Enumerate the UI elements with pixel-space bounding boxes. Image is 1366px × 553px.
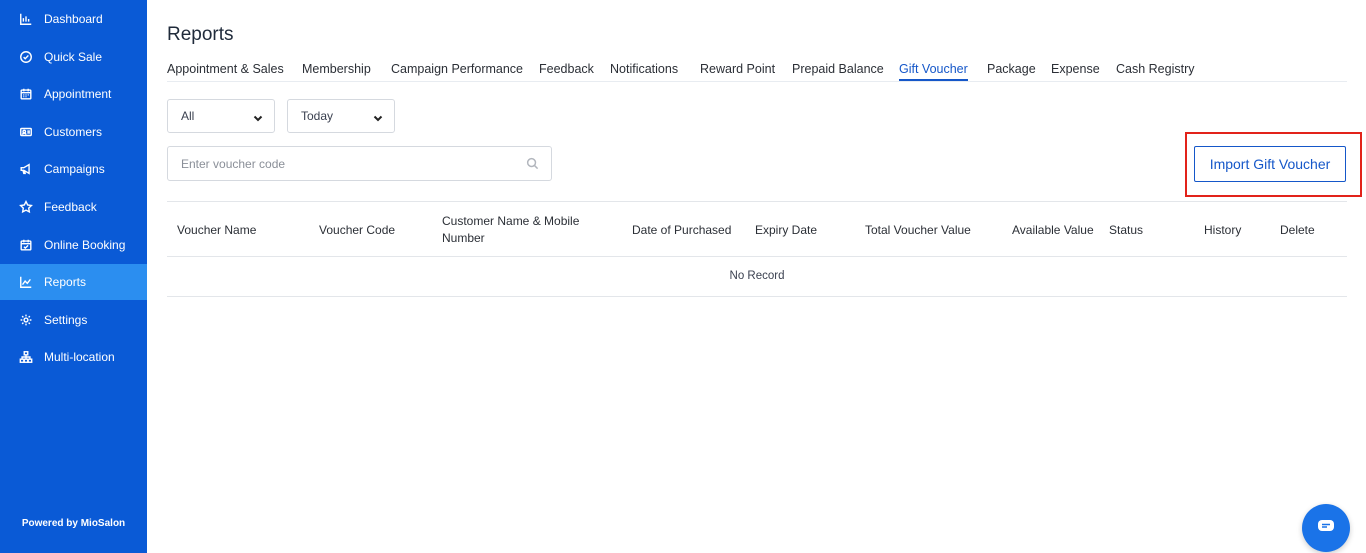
- sidebar-item-label: Multi-location: [44, 350, 115, 364]
- chat-widget-button[interactable]: [1302, 504, 1350, 552]
- sidebar-item-label: Settings: [44, 313, 88, 327]
- tab-gift-voucher[interactable]: Gift Voucher: [899, 62, 968, 81]
- column-header-expiry-date: Expiry Date: [755, 223, 818, 237]
- sidebar-item-label: Customers: [44, 125, 103, 139]
- sidebar-item-label: Appointment: [44, 87, 112, 101]
- sidebar-item-label: Online Booking: [44, 238, 126, 252]
- chevron-down-icon: [372, 111, 384, 123]
- gear-icon: [18, 312, 34, 328]
- star-icon: [18, 199, 34, 215]
- megaphone-icon: [18, 161, 34, 177]
- sidebar-item-label: Feedback: [44, 200, 97, 214]
- sidebar-item-label: Dashboard: [44, 12, 103, 26]
- sitemap-icon: [18, 349, 34, 365]
- tab-membership[interactable]: Membership: [302, 62, 371, 81]
- column-header-voucher-name: Voucher Name: [177, 223, 257, 237]
- sidebar-item-feedback[interactable]: Feedback: [0, 189, 147, 225]
- column-header-status: Status: [1109, 223, 1144, 237]
- sidebar-item-campaigns[interactable]: Campaigns: [0, 151, 147, 187]
- tab-cash-registry[interactable]: Cash Registry: [1116, 62, 1195, 81]
- column-header-history: History: [1204, 223, 1242, 237]
- empty-table-message: No Record: [729, 270, 785, 282]
- sidebar-item-dashboard[interactable]: Dashboard: [0, 1, 147, 37]
- search-icon[interactable]: [526, 157, 539, 170]
- calendar-icon: [18, 86, 34, 102]
- page-title: Reports: [167, 24, 234, 45]
- tab-package[interactable]: Package: [987, 62, 1036, 81]
- sidebar: Dashboard Quick Sale Appointment Custome…: [0, 0, 147, 553]
- voucher-search-box: [167, 146, 552, 181]
- date-filter-select[interactable]: Today: [287, 99, 395, 133]
- type-filter-select[interactable]: All: [167, 99, 275, 133]
- sidebar-item-label: Reports: [44, 275, 87, 289]
- column-header-customer: Customer Name & Mobile Number: [442, 214, 580, 245]
- sidebar-item-online-booking[interactable]: Online Booking: [0, 227, 147, 263]
- type-filter-value: All: [181, 109, 195, 123]
- line-chart-icon: [18, 274, 34, 290]
- table-bottom-border: [167, 296, 1347, 297]
- sidebar-item-label: Quick Sale: [44, 50, 103, 64]
- sidebar-item-appointment[interactable]: Appointment: [0, 76, 147, 112]
- app-root: Dashboard Quick Sale Appointment Custome…: [0, 0, 1366, 553]
- sidebar-item-customers[interactable]: Customers: [0, 114, 147, 150]
- tab-expense[interactable]: Expense: [1051, 62, 1100, 81]
- tab-prepaid-balance[interactable]: Prepaid Balance: [792, 62, 884, 81]
- check-circle-icon: [18, 49, 34, 65]
- sidebar-item-label: Campaigns: [44, 162, 105, 176]
- tab-notifications[interactable]: Notifications: [610, 62, 678, 81]
- chat-icon: [1316, 516, 1336, 541]
- table-top-border: [167, 201, 1347, 202]
- column-header-date-purchased: Date of Purchased: [632, 223, 732, 237]
- tab-campaign-performance[interactable]: Campaign Performance: [391, 62, 523, 81]
- column-header-voucher-code: Voucher Code: [319, 223, 396, 237]
- tab-reward-point[interactable]: Reward Point: [700, 62, 775, 81]
- report-tabs: Appointment & Sales Membership Campaign …: [167, 62, 1347, 82]
- calendar-check-icon: [18, 237, 34, 253]
- import-gift-voucher-button[interactable]: Import Gift Voucher: [1194, 146, 1346, 182]
- chevron-down-icon: [252, 111, 264, 123]
- date-filter-value: Today: [301, 109, 334, 123]
- column-header-total-value: Total Voucher Value: [865, 223, 971, 237]
- column-header-available-value: Available Value: [1012, 223, 1094, 237]
- powered-by-text: Powered by MioSalon: [21, 518, 126, 529]
- sidebar-item-settings[interactable]: Settings: [0, 302, 147, 338]
- tab-appointment-sales[interactable]: Appointment & Sales: [167, 62, 284, 81]
- tab-feedback[interactable]: Feedback: [539, 62, 594, 81]
- users-icon: [18, 124, 34, 140]
- column-header-delete: Delete: [1280, 223, 1315, 237]
- sidebar-item-quick-sale[interactable]: Quick Sale: [0, 39, 147, 75]
- voucher-code-input[interactable]: [181, 147, 511, 180]
- sidebar-item-reports[interactable]: Reports: [0, 264, 147, 300]
- sidebar-item-multi-location[interactable]: Multi-location: [0, 339, 147, 375]
- bar-chart-icon: [18, 11, 34, 27]
- table-header-divider: [167, 256, 1347, 257]
